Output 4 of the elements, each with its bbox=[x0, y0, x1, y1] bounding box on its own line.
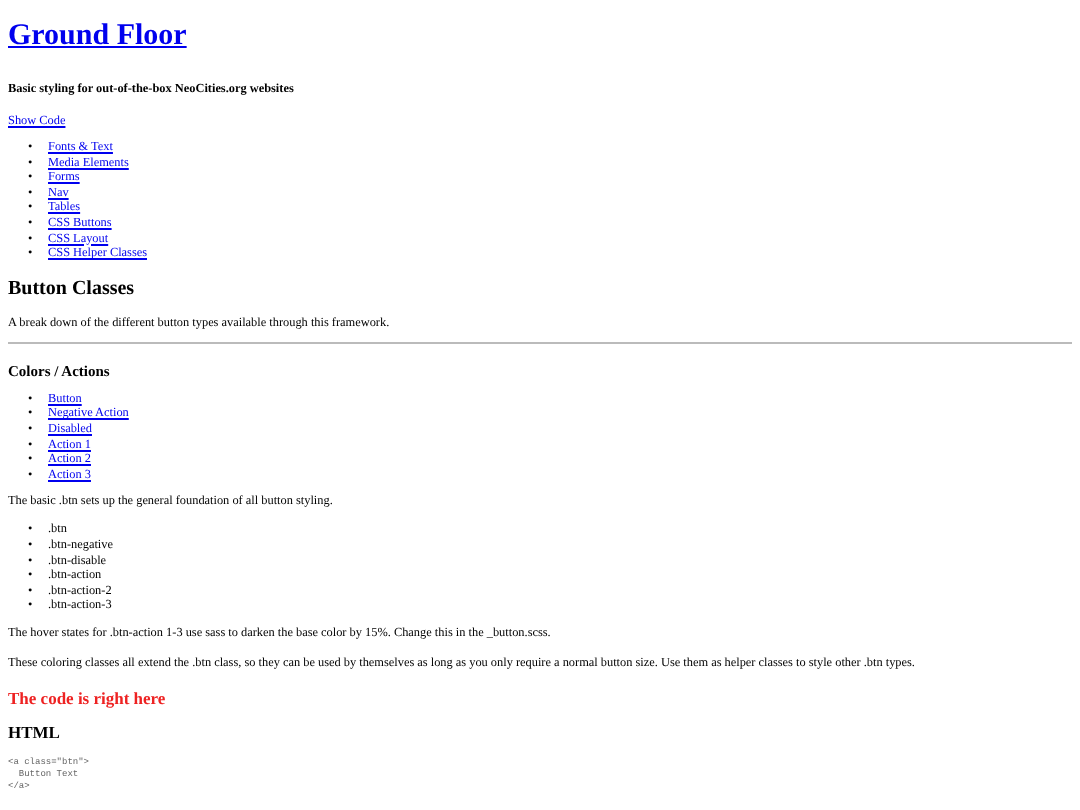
site-title[interactable]: Ground Floor bbox=[8, 20, 187, 52]
html-heading: HTML bbox=[8, 721, 62, 742]
code-heading: The code is right here bbox=[8, 687, 168, 708]
section-heading: Button Classes bbox=[8, 277, 137, 302]
